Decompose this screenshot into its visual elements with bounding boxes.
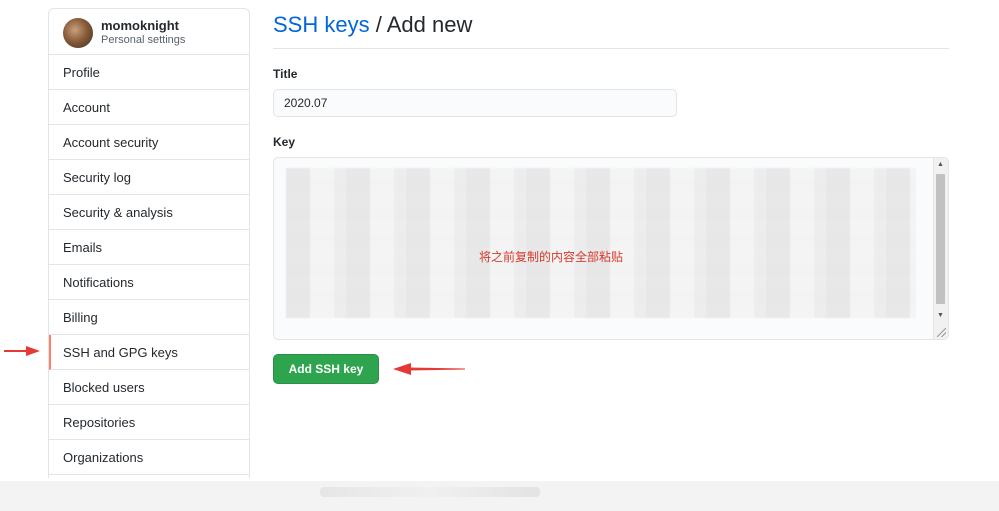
sidebar-item-emails[interactable]: Emails (49, 230, 249, 265)
sidebar-header: momoknight Personal settings (49, 9, 249, 55)
add-ssh-key-button[interactable]: Add SSH key (273, 354, 379, 384)
title-label: Title (273, 67, 298, 81)
scroll-down-icon[interactable]: ▼ (937, 312, 944, 319)
page-title: SSH keys / Add new (273, 12, 949, 49)
red-arrow-left-icon (393, 363, 465, 375)
breadcrumb-current: / Add new (369, 12, 473, 37)
sidebar-item-account[interactable]: Account (49, 90, 249, 125)
key-paste-hint: 将之前复制的内容全部粘贴 (479, 250, 624, 264)
sidebar-item-blocked-users[interactable]: Blocked users (49, 370, 249, 405)
key-textarea[interactable]: 将之前复制的内容全部粘贴 ▲ ▼ (273, 157, 949, 340)
sidebar-subtitle: Personal settings (101, 34, 186, 46)
sidebar-item-ssh-gpg-keys[interactable]: SSH and GPG keys (49, 335, 249, 370)
key-content-redacted (286, 168, 916, 318)
breadcrumb-ssh-keys-link[interactable]: SSH keys (273, 12, 370, 37)
scroll-up-icon[interactable]: ▲ (937, 161, 944, 168)
scroll-thumb[interactable] (936, 174, 945, 304)
title-input[interactable]: 2020.07 (273, 89, 677, 117)
settings-sidebar: momoknight Personal settings Profile Acc… (48, 8, 250, 478)
sidebar-item-security-log[interactable]: Security log (49, 160, 249, 195)
sidebar-item-billing[interactable]: Billing (49, 300, 249, 335)
key-scrollbar[interactable]: ▲ ▼ (933, 158, 948, 339)
sidebar-item-security-analysis[interactable]: Security & analysis (49, 195, 249, 230)
sidebar-item-profile[interactable]: Profile (49, 55, 249, 90)
footer-redacted (320, 487, 540, 497)
sidebar-item-notifications[interactable]: Notifications (49, 265, 249, 300)
key-label: Key (273, 135, 296, 149)
sidebar-username[interactable]: momoknight (101, 18, 179, 33)
sidebar-item-account-security[interactable]: Account security (49, 125, 249, 160)
red-arrow-right-icon (4, 346, 40, 356)
sidebar-item-repositories[interactable]: Repositories (49, 405, 249, 440)
sidebar-item-organizations[interactable]: Organizations (49, 440, 249, 475)
resize-grip-icon[interactable] (937, 328, 946, 337)
avatar[interactable] (63, 18, 93, 48)
